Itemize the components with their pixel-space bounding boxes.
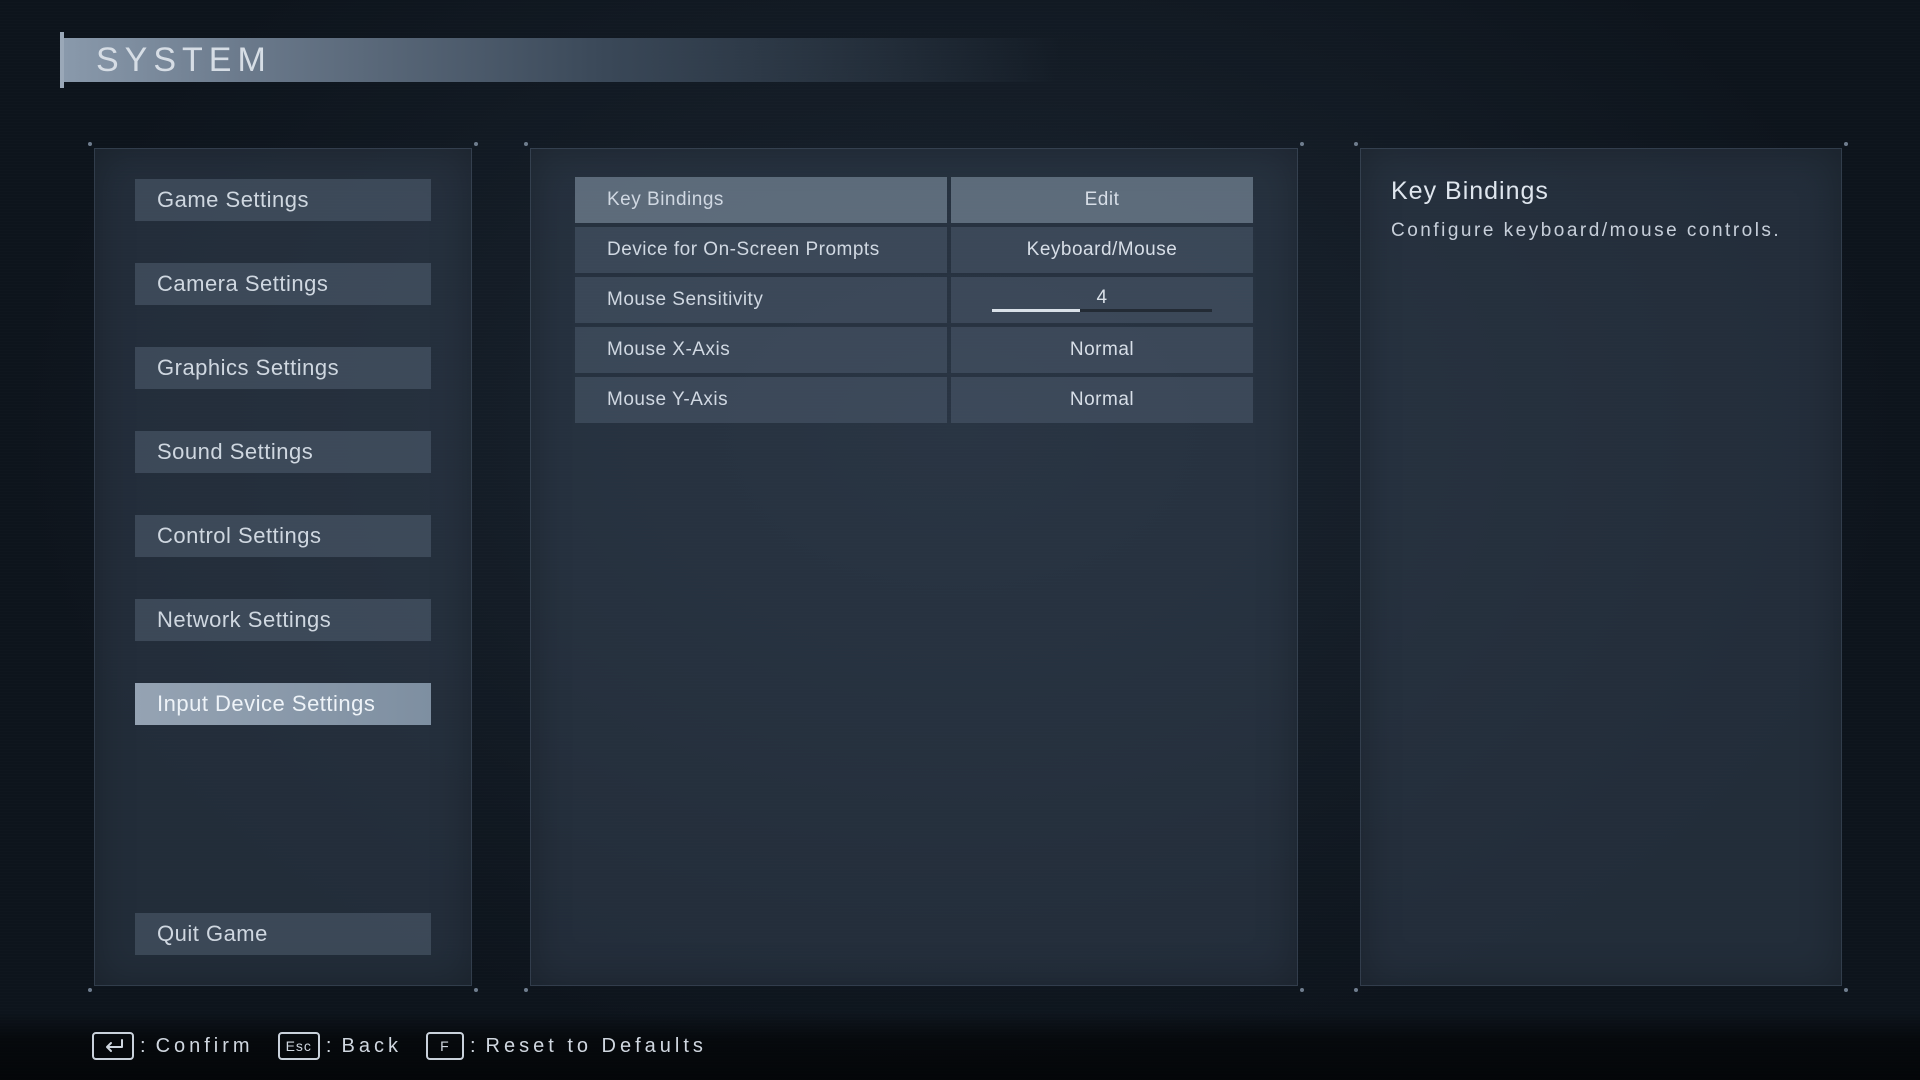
sidebar-panel: Game Settings Camera Settings Graphics Set… [94,148,472,986]
setting-value[interactable]: 4 [951,277,1253,323]
description-title: Key Bindings [1391,177,1811,206]
sidebar-item-label: Graphics Settings [157,355,339,381]
setting-value[interactable]: Edit [951,177,1253,223]
quit-game-button[interactable]: Quit Game [135,913,431,955]
sidebar-item-game-settings[interactable]: Game Settings [135,179,431,221]
setting-value[interactable]: Normal [951,327,1253,373]
hint-reset-to-defaults: F:Reset to Defaults [426,1032,707,1060]
hint-confirm: :Confirm [92,1032,254,1060]
sidebar-item-label: Control Settings [157,523,322,549]
description-panel: Key Bindings Configure keyboard/mouse co… [1360,148,1842,986]
setting-value-text: Normal [1070,389,1134,411]
sidebar-item-label: Sound Settings [157,439,313,465]
sidebar-item-label: Camera Settings [157,271,328,297]
setting-label: Mouse X-Axis [575,327,947,373]
sidebar-item-control-settings[interactable]: Control Settings [135,515,431,557]
sidebar-item-network-settings[interactable]: Network Settings [135,599,431,641]
setting-row-mouse-sensitivity: Mouse Sensitivity 4 [575,277,1253,323]
settings-panel: Key Bindings Edit Device for On-Screen Pro… [530,148,1298,986]
page-title: SYSTEM [96,41,272,80]
setting-label: Mouse Y-Axis [575,377,947,423]
description-body: Configure keyboard/mouse controls. [1391,220,1811,242]
sidebar-item-sound-settings[interactable]: Sound Settings [135,431,431,473]
sidebar-item-camera-settings[interactable]: Camera Settings [135,263,431,305]
setting-label: Key Bindings [575,177,947,223]
hint-action: Reset to Defaults [486,1035,707,1058]
setting-row-mouse-y-axis: Mouse Y-Axis Normal [575,377,1253,423]
setting-value[interactable]: Normal [951,377,1253,423]
setting-value[interactable]: Keyboard/Mouse [951,227,1253,273]
sidebar-item-graphics-settings[interactable]: Graphics Settings [135,347,431,389]
setting-row-mouse-x-axis: Mouse X-Axis Normal [575,327,1253,373]
setting-row-key-bindings: Key Bindings Edit [575,177,1253,223]
sidebar-item-label: Game Settings [157,187,309,213]
hint-back: Esc:Back [278,1032,402,1060]
quit-game-label: Quit Game [157,921,268,947]
setting-row-device-for-on-screen-prompts: Device for On-Screen Prompts Keyboard/Mou… [575,227,1253,273]
footer-hints: :Confirm Esc:Back F:Reset to Defaults [0,1012,1920,1080]
hint-action: Confirm [156,1035,254,1058]
esc-key-icon: Esc [278,1032,320,1060]
setting-value-text: Keyboard/Mouse [1027,239,1178,261]
sidebar-item-label: Network Settings [157,607,331,633]
setting-value-text: Edit [1085,189,1120,211]
header-bar: SYSTEM [60,38,1880,82]
setting-label: Mouse Sensitivity [575,277,947,323]
f-key-icon: F [426,1032,464,1060]
slider-value: 4 [992,287,1212,309]
enter-key-icon [92,1032,134,1060]
sidebar-item-input-device-settings[interactable]: Input Device Settings [135,683,431,725]
hint-action: Back [341,1035,401,1058]
setting-value-text: Normal [1070,339,1134,361]
header: SYSTEM [60,38,1880,82]
setting-label: Device for On-Screen Prompts [575,227,947,273]
sidebar-item-label: Input Device Settings [157,691,375,717]
